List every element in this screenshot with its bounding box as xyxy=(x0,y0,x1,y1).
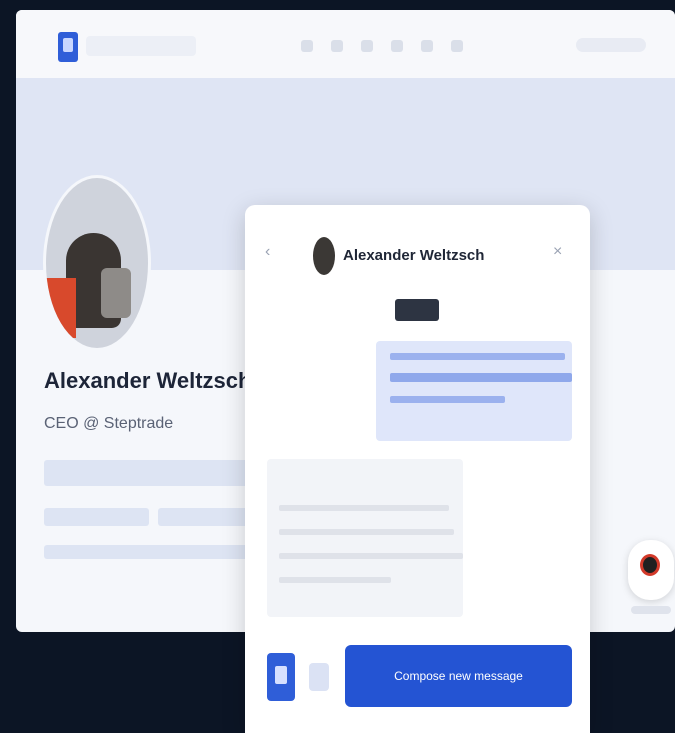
compose-message-button[interactable]: Compose new message xyxy=(345,645,572,707)
message-line xyxy=(279,529,454,535)
message-line xyxy=(390,373,572,382)
logo-badge-icon xyxy=(640,554,660,576)
date-separator-badge xyxy=(395,299,439,321)
incoming-message xyxy=(267,459,463,617)
message-line xyxy=(279,553,463,559)
message-line xyxy=(390,396,505,403)
message-line xyxy=(279,577,391,583)
attach-file-icon[interactable] xyxy=(267,653,295,701)
nav-home-icon[interactable] xyxy=(301,40,313,52)
profile-placeholder-line xyxy=(44,545,254,559)
message-line xyxy=(279,505,449,511)
chat-panel: ‹ Alexander Weltzsch × Compose new messa… xyxy=(245,205,590,733)
profile-avatar[interactable] xyxy=(46,178,148,348)
back-icon[interactable]: ‹ xyxy=(265,243,270,261)
close-icon[interactable]: × xyxy=(553,243,562,261)
app-logo-icon[interactable] xyxy=(58,32,78,62)
float-action-label xyxy=(631,606,671,614)
account-menu[interactable] xyxy=(576,38,646,52)
top-navigation xyxy=(16,10,675,79)
nav-network-icon[interactable] xyxy=(331,40,343,52)
chat-contact-name: Alexander Weltzsch xyxy=(343,247,485,264)
nav-messaging-icon[interactable] xyxy=(391,40,403,52)
nav-me-icon[interactable] xyxy=(451,40,463,52)
avatar-detail xyxy=(101,268,131,318)
avatar-accent xyxy=(46,278,76,338)
profile-headline: CEO @ Steptrade xyxy=(44,415,174,432)
emoji-icon[interactable] xyxy=(309,663,329,691)
profile-placeholder-secondary xyxy=(44,508,149,526)
profile-name: Alexander Weltzsch xyxy=(44,368,252,393)
profile-placeholder-tertiary xyxy=(158,508,254,526)
nav-notifications-icon[interactable] xyxy=(421,40,433,52)
chat-avatar[interactable] xyxy=(313,237,335,275)
float-action-button[interactable] xyxy=(628,540,674,600)
search-input[interactable] xyxy=(86,36,196,56)
outgoing-message xyxy=(376,341,572,441)
profile-placeholder-primary xyxy=(44,460,254,486)
nav-jobs-icon[interactable] xyxy=(361,40,373,52)
message-line xyxy=(390,353,565,360)
